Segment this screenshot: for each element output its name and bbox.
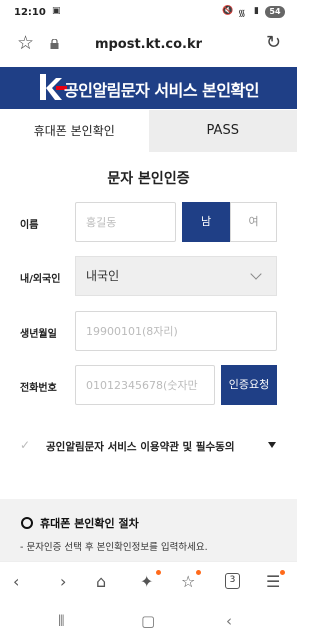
procedure-description: - 문자인증 선택 후 본인확인정보를 입력하세요. — [20, 542, 208, 553]
phone-label: 전화번호 — [20, 383, 57, 394]
gender-male-button[interactable]: 남 — [182, 202, 230, 242]
signal-icon: ▮ — [254, 6, 259, 16]
chevron-down-icon — [250, 268, 262, 280]
tab-phone-verification[interactable]: 휴대폰 본인확인 — [0, 110, 149, 152]
header-title: 공인알림문자 서비스 본인확인 — [64, 81, 260, 100]
name-label: 이름 — [20, 220, 39, 231]
screenshot-icon: ▣ — [52, 6, 61, 16]
system-back-icon[interactable]: ‹ — [226, 612, 232, 630]
reload-icon[interactable]: ↻ — [266, 32, 281, 53]
caret-down-icon[interactable] — [268, 442, 276, 448]
gender-female-button[interactable]: 여 — [230, 202, 277, 242]
name-input[interactable]: 홍길동 — [75, 202, 176, 242]
verify-request-button[interactable]: 인증요청 — [221, 365, 277, 405]
nationality-label: 내/외국인 — [20, 274, 61, 285]
mute-icon: 🔇 — [222, 6, 234, 16]
home-button-icon[interactable]: ▢ — [141, 612, 155, 630]
home-icon[interactable]: ⌂ — [96, 572, 106, 591]
phone-input[interactable]: 01012345678(숫자만 — [75, 365, 215, 405]
battery-icon: 54 — [265, 6, 285, 18]
check-icon[interactable]: ✓ — [20, 438, 30, 452]
procedure-title: 휴대폰 본인확인 절차 — [40, 517, 139, 530]
procedure-section: 휴대폰 본인확인 절차 - 문자인증 선택 후 본인확인정보를 입력하세요. — [0, 499, 297, 561]
birth-input[interactable]: 19900101(8자리) — [75, 311, 277, 351]
recent-apps-icon[interactable]: ⦀ — [58, 612, 65, 630]
forward-icon[interactable]: › — [60, 572, 66, 591]
status-bar: 12:10 ▣ 🔇 ᯾ ▮ 54 — [0, 0, 297, 28]
notification-dot — [156, 570, 161, 575]
browser-bottom-nav: ‹ › ⌂ ✦ ☆ 3 ☰ — [0, 561, 297, 601]
nationality-value: 내국인 — [86, 269, 120, 283]
kt-header: 공인알림문자 서비스 본인확인 — [0, 67, 297, 109]
tabs-count-icon[interactable]: 3 — [225, 573, 240, 589]
system-nav-bar: ⦀ ▢ ‹ — [0, 601, 297, 644]
back-icon[interactable]: ‹ — [13, 572, 19, 591]
address-bar: ☆ mpost.kt.co.kr ↻ — [0, 28, 297, 64]
agreement-text: 공인알림문자 서비스 이용약관 및 필수동의 — [46, 441, 235, 453]
form-title: 문자 본인인증 — [107, 171, 190, 187]
auth-tabs: 휴대폰 본인확인 PASS — [0, 110, 297, 152]
url-text[interactable]: mpost.kt.co.kr — [0, 37, 297, 52]
agreement-row[interactable]: ✓ 공인알림문자 서비스 이용약관 및 필수동의 — [20, 436, 280, 456]
bookmarks-icon[interactable]: ☆ — [181, 572, 195, 591]
nationality-select[interactable]: 내국인 — [75, 256, 277, 296]
birth-label: 생년월일 — [20, 329, 57, 340]
wifi-icon: ᯾ — [238, 9, 246, 19]
notification-dot — [196, 570, 201, 575]
status-time: 12:10 — [14, 7, 46, 18]
circle-icon — [21, 517, 33, 529]
notification-dot — [280, 570, 285, 575]
sparkle-icon[interactable]: ✦ — [140, 572, 153, 591]
menu-icon[interactable]: ☰ — [266, 572, 280, 591]
tab-pass[interactable]: PASS — [148, 110, 297, 152]
